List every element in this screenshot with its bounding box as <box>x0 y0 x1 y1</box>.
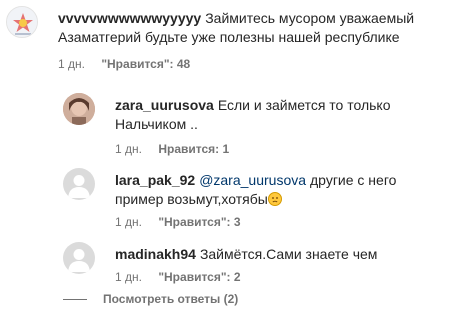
reply-meta: 1 дн. "Нравится": 2 <box>115 270 254 284</box>
reply-meta: 1 дн. Нравится: 1 <box>115 142 242 156</box>
comment-time[interactable]: 1 дн. <box>58 57 85 71</box>
view-replies-divider <box>63 299 87 301</box>
view-replies-button[interactable]: Посмотреть ответы (2) <box>63 292 238 306</box>
avatar-image <box>7 7 37 37</box>
reply-text: Займётся.Сами знаете чем <box>199 246 378 262</box>
reply-mention-link[interactable]: @zara_uurusova <box>199 172 306 188</box>
reply-body: madinakh94 Займётся.Сами знаете чем <box>115 245 415 264</box>
reply-time[interactable]: 1 дн. <box>115 270 142 284</box>
avatar-image <box>63 93 95 125</box>
comment-body: vvvvvwwwwwwyyyyy Займитесь мусором уважае… <box>58 9 448 47</box>
reply-likes[interactable]: "Нравится": 2 <box>158 270 240 284</box>
reply-likes[interactable]: "Нравится": 3 <box>158 215 240 229</box>
comment-likes[interactable]: "Нравится": 48 <box>101 57 190 71</box>
reply-username[interactable]: zara_uurusova <box>115 97 214 113</box>
view-replies-label: Посмотреть ответы (2) <box>103 292 239 306</box>
user-placeholder-icon <box>68 249 90 272</box>
reply-body: zara_uurusova Если и займется то только Н… <box>115 96 415 134</box>
avatar[interactable] <box>63 168 95 200</box>
reply-username[interactable]: lara_pak_92 <box>115 172 195 188</box>
reply-likes[interactable]: Нравится: 1 <box>158 142 229 156</box>
reply-meta: 1 дн. "Нравится": 3 <box>115 215 254 229</box>
reply-time[interactable]: 1 дн. <box>115 215 142 229</box>
user-placeholder-icon <box>68 175 90 198</box>
avatar[interactable] <box>63 242 95 274</box>
comment-meta: 1 дн. "Нравится": 48 <box>58 57 203 71</box>
slightly-frowning-face-emoji-icon <box>267 192 282 206</box>
reply-username[interactable]: madinakh94 <box>115 246 196 262</box>
reply-body: lara_pak_92 @zara_uurusova другие с него п… <box>115 171 415 209</box>
reply-time[interactable]: 1 дн. <box>115 142 142 156</box>
comment-username[interactable]: vvvvvwwwwwwyyyyy <box>58 10 201 26</box>
avatar[interactable] <box>63 93 95 125</box>
avatar[interactable] <box>6 6 38 38</box>
